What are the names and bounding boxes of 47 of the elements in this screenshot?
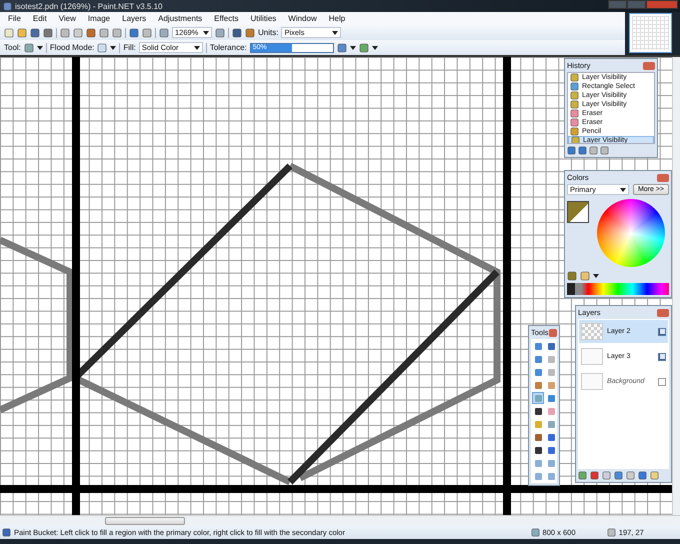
menu-item[interactable]: Edit: [26, 14, 53, 23]
visibility-checkbox[interactable]: [658, 378, 666, 386]
visibility-checkbox[interactable]: [658, 328, 666, 336]
scrollbar-thumb[interactable]: [105, 516, 185, 524]
horizontal-scrollbar[interactable]: [0, 515, 680, 525]
menu-item[interactable]: Adjustments: [152, 14, 208, 23]
menu-item[interactable]: View: [52, 14, 82, 23]
caret-icon[interactable]: [620, 188, 626, 192]
close-button[interactable]: [548, 328, 557, 336]
color-palette[interactable]: [567, 283, 669, 295]
caret-icon[interactable]: [332, 30, 338, 34]
caret-icon[interactable]: [194, 46, 200, 50]
close-button[interactable]: [657, 174, 669, 182]
layer-thumbnail: [581, 348, 603, 365]
close-button[interactable]: [646, 0, 678, 9]
menu-item[interactable]: Help: [322, 14, 352, 23]
image-thumbnail[interactable]: [629, 13, 672, 53]
primary-color-icon[interactable]: [567, 271, 577, 281]
menu-item[interactable]: Layers: [116, 14, 152, 23]
tool-label: Tool:: [4, 43, 21, 52]
menu-item[interactable]: Image: [82, 14, 116, 23]
fill-label: Fill:: [123, 43, 136, 52]
caret-icon[interactable]: [593, 274, 599, 278]
tool-button[interactable]: [545, 340, 557, 352]
units-label: Units:: [258, 28, 278, 37]
flood-mode-label: Flood Mode:: [50, 43, 94, 52]
tool-button[interactable]: [532, 405, 544, 417]
visibility-checkbox[interactable]: [658, 352, 666, 360]
caret-icon[interactable]: [110, 46, 116, 50]
menu-item[interactable]: Effects: [208, 14, 244, 23]
menu-item[interactable]: File: [2, 14, 27, 23]
tolerance-label: Tolerance:: [210, 43, 247, 52]
close-button[interactable]: [643, 62, 655, 70]
caret-icon[interactable]: [36, 46, 43, 50]
close-button[interactable]: [657, 308, 669, 316]
window-title: isotest2.pdn (1269%) - Paint.NET v3.5.10: [15, 2, 162, 10]
menu-item[interactable]: Window: [282, 14, 323, 23]
color-swatches[interactable]: [567, 201, 589, 223]
caret-icon[interactable]: [372, 46, 378, 50]
menu-item[interactable]: Utilities: [244, 14, 282, 23]
thumbnail-drawing: [632, 16, 669, 50]
caret-icon[interactable]: [350, 46, 356, 50]
layer-thumbnail: [581, 373, 603, 390]
layer-thumbnail: [581, 323, 603, 340]
vertical-scrollbar[interactable]: [672, 57, 680, 515]
tool-button[interactable]: [532, 444, 544, 456]
caret-icon[interactable]: [203, 30, 209, 34]
